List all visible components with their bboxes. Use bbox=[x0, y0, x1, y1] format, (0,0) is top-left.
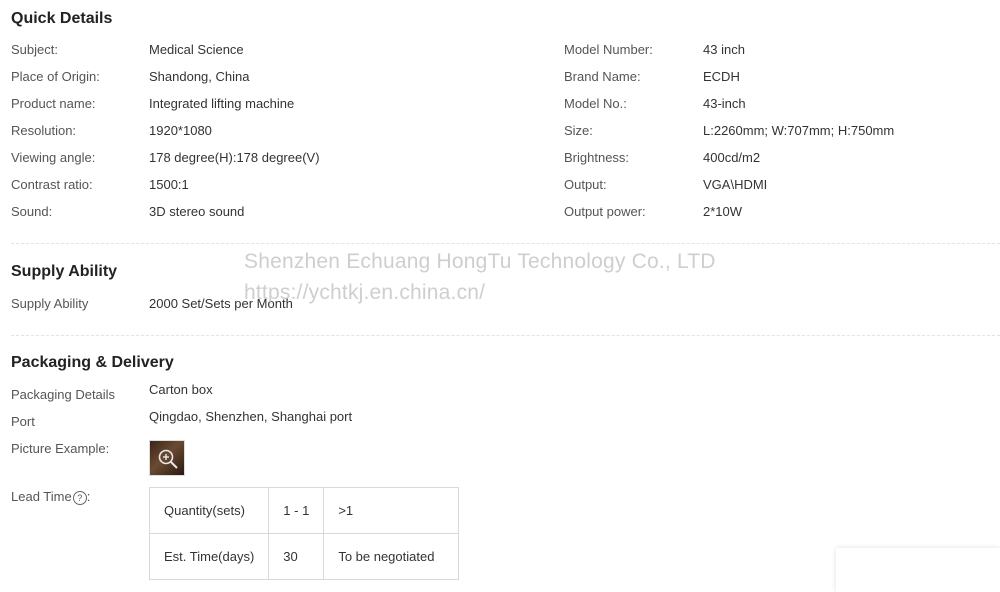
detail-label: Output power: bbox=[564, 204, 646, 219]
detail-label: Product name: bbox=[11, 96, 96, 111]
table-cell: Est. Time(days) bbox=[148, 533, 270, 580]
detail-label: Sound: bbox=[11, 204, 53, 219]
packaging-details-label: Packaging Details bbox=[11, 387, 116, 402]
picture-example-label: Picture Example: bbox=[11, 441, 110, 456]
detail-value: L:2260mm; W:707mm; H:750mm bbox=[703, 123, 895, 138]
detail-value: Medical Science bbox=[149, 42, 244, 57]
detail-label: Contrast ratio: bbox=[11, 177, 93, 192]
detail-value: 43-inch bbox=[703, 96, 746, 111]
detail-value: VGA\HDMI bbox=[703, 177, 768, 192]
port-value: Qingdao, Shenzhen, Shanghai port bbox=[149, 409, 353, 424]
detail-value: 2*10W bbox=[703, 204, 743, 219]
table-cell: 30 bbox=[268, 533, 325, 580]
detail-value: Integrated lifting machine bbox=[149, 96, 295, 111]
table-cell: Quantity(sets) bbox=[148, 487, 270, 534]
detail-value: Shandong, China bbox=[149, 69, 250, 84]
help-icon[interactable]: ? bbox=[72, 490, 87, 505]
table-row: Est. Time(days) 30 To be negotiated bbox=[148, 533, 460, 580]
detail-value: 178 degree(H):178 degree(V) bbox=[149, 150, 320, 165]
detail-value: 400cd/m2 bbox=[703, 150, 761, 165]
table-cell: >1 bbox=[323, 487, 460, 534]
detail-label: Viewing angle: bbox=[11, 150, 96, 165]
section-divider bbox=[11, 335, 1000, 336]
floating-panel-corner bbox=[836, 548, 1000, 592]
table-cell: To be negotiated bbox=[323, 533, 460, 580]
port-label: Port bbox=[11, 414, 35, 429]
watermark-company: Shenzhen Echuang HongTu Technology Co., … bbox=[244, 250, 716, 273]
detail-value: 1920*1080 bbox=[149, 123, 212, 138]
watermark-url: https://ychtkj.en.china.cn/ bbox=[244, 281, 486, 304]
detail-label: Brightness: bbox=[564, 150, 630, 165]
supply-ability-label: Supply Ability bbox=[11, 296, 89, 311]
picture-example-thumbnail[interactable] bbox=[149, 440, 185, 476]
detail-label: Size: bbox=[564, 123, 593, 138]
section-title-quick-details: Quick Details bbox=[11, 10, 113, 27]
table-row: Quantity(sets) 1 - 1 >1 bbox=[148, 487, 460, 534]
detail-label: Brand Name: bbox=[564, 69, 641, 84]
lead-time-label: Lead Time?: bbox=[11, 489, 90, 505]
section-title-packaging-delivery: Packaging & Delivery bbox=[11, 354, 174, 371]
detail-value: 43 inch bbox=[703, 42, 745, 57]
detail-value: 1500:1 bbox=[149, 177, 189, 192]
zoom-in-icon bbox=[158, 449, 178, 469]
packaging-details-value: Carton box bbox=[149, 382, 213, 397]
section-divider bbox=[11, 243, 1000, 244]
table-cell: 1 - 1 bbox=[268, 487, 325, 534]
detail-value: 3D stereo sound bbox=[149, 204, 245, 219]
detail-label: Model No.: bbox=[564, 96, 627, 111]
lead-time-colon: : bbox=[86, 489, 91, 504]
detail-label: Output: bbox=[564, 177, 607, 192]
lead-time-table: Quantity(sets) 1 - 1 >1 Est. Time(days) … bbox=[148, 487, 460, 580]
section-title-supply-ability: Supply Ability bbox=[11, 263, 118, 280]
detail-label: Subject: bbox=[11, 42, 58, 57]
detail-label: Place of Origin: bbox=[11, 69, 100, 84]
lead-time-text: Lead Time bbox=[11, 489, 72, 504]
detail-label: Model Number: bbox=[564, 42, 653, 57]
detail-label: Resolution: bbox=[11, 123, 77, 138]
detail-value: ECDH bbox=[703, 69, 740, 84]
